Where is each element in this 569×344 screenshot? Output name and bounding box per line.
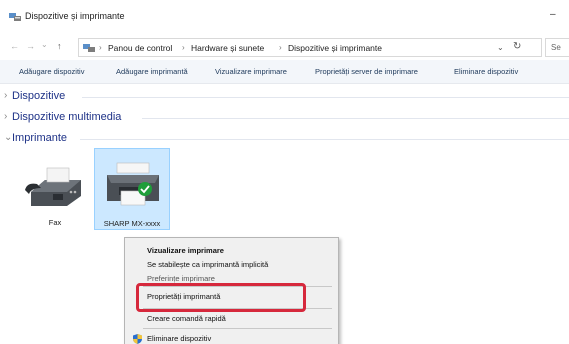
title-bar: Dispozitive și imprimante – [0,0,569,34]
breadcrumb-control-panel[interactable]: Panou de control [108,43,172,53]
highlight-box [136,283,306,312]
up-button[interactable]: ↑ [57,41,62,51]
breadcrumb-separator: › [279,43,282,52]
device-sharp-printer[interactable]: SHARP MX-xxxx [94,148,170,230]
group-devices[interactable]: › Dispozitive [0,88,569,106]
menu-separator [143,328,332,329]
back-button[interactable]: ← [10,41,19,51]
group-divider [82,97,569,98]
fax-icon [25,167,81,206]
group-label: Dispozitive multimedia [12,111,122,123]
group-printers[interactable]: ⌄ Imprimante [0,130,569,148]
breadcrumb-hardware-sound[interactable]: Hardware și sunete [191,43,264,53]
minimize-button[interactable]: – [550,9,560,21]
device-label: SHARP MX-xxxx [103,219,161,228]
group-divider [80,139,569,140]
group-multimedia[interactable]: › Dispozitive multimedia [0,109,569,127]
forward-button[interactable]: → [26,41,35,51]
command-bar: Adăugare dispozitiv Adăugare imprimantă … [0,60,569,84]
group-label: Dispozitive [12,90,66,102]
address-bar: ← → ⌄ ↑ › Panou de control › Hardware și… [0,34,569,60]
devices-printers-icon [9,13,21,21]
menu-item-create-shortcut[interactable]: Creare comandă rapidă [147,314,226,323]
device-label: Fax [48,218,62,227]
printer-icon [107,162,159,206]
search-input[interactable]: Se [545,38,569,57]
menu-item-remove-device[interactable]: Eliminare dispozitiv [147,334,211,343]
add-device-button[interactable]: Adăugare dispozitiv [19,67,84,76]
chevron-right-icon: › [4,90,8,101]
chevron-right-icon: › [4,111,8,122]
group-divider [142,118,569,119]
refresh-button[interactable]: ↻ [513,41,521,52]
menu-item-set-default-printer[interactable]: Se stabilește ca imprimantă implicită [147,260,268,269]
uac-shield-icon [133,334,142,344]
print-preview-button[interactable]: Vizualizare imprimare [215,67,287,76]
recent-locations-button[interactable]: ⌄ [41,40,48,49]
menu-item-printing-preferences[interactable]: Preferințe imprimare [147,274,215,283]
address-dropdown-button[interactable]: ⌄ [497,43,504,52]
group-label: Imprimante [12,132,68,144]
remove-device-button[interactable]: Eliminare dispozitiv [454,67,518,76]
device-fax[interactable]: Fax [17,148,93,230]
print-server-properties-button[interactable]: Proprietăți server de imprimare [315,67,418,76]
add-printer-button[interactable]: Adăugare imprimantă [116,67,188,76]
breadcrumb-separator: › [182,43,185,52]
address-box[interactable]: › Panou de control › Hardware și sunete … [78,38,542,57]
breadcrumb-separator: › [99,43,102,52]
menu-item-print-preview[interactable]: Vizualizare imprimare [147,246,224,255]
window-title: Dispozitive și imprimante [25,11,125,21]
breadcrumb-devices-printers[interactable]: Dispozitive și imprimante [288,43,382,53]
control-panel-icon [83,44,95,52]
